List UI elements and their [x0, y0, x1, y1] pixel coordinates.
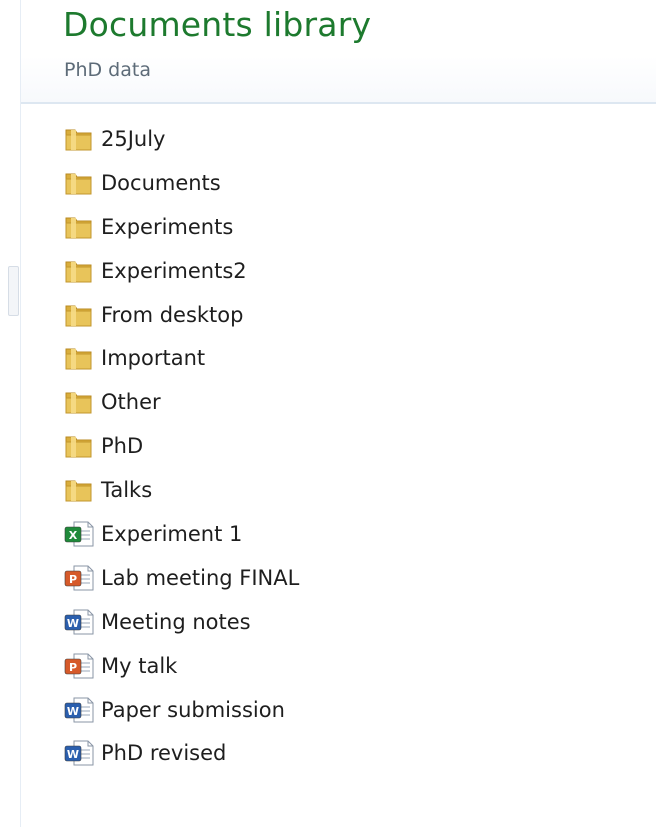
svg-text:P: P: [69, 661, 77, 674]
list-item-label: Experiment 1: [101, 521, 243, 546]
list-item-label: Lab meeting FINAL: [101, 565, 300, 590]
list-item-label: 25July: [101, 126, 166, 151]
list-item-label: Important: [101, 346, 206, 371]
folder-icon: [62, 168, 96, 198]
folder-icon: [62, 431, 96, 461]
explorer-window: Documents library PhD data 25July Documen…: [0, 0, 656, 827]
pane-splitter-handle[interactable]: [8, 266, 19, 316]
list-item[interactable]: P My talk: [62, 644, 622, 688]
list-item-label: From desktop: [101, 302, 244, 327]
list-item[interactable]: Talks: [62, 468, 622, 512]
powerpoint-file-icon: P: [62, 651, 96, 681]
list-item-label: Paper submission: [101, 697, 285, 722]
list-item[interactable]: W Paper submission: [62, 688, 622, 732]
svg-text:W: W: [67, 705, 79, 718]
library-subtitle: PhD data: [64, 59, 151, 81]
list-item-label: Other: [101, 390, 161, 415]
excel-file-icon: X: [62, 519, 96, 549]
list-item-label: Meeting notes: [101, 609, 251, 634]
word-file-icon: W: [62, 695, 96, 725]
folder-icon: [62, 475, 96, 505]
list-item-label: PhD revised: [101, 741, 227, 766]
library-header: Documents library PhD data: [21, 0, 656, 104]
list-item[interactable]: Documents: [62, 161, 622, 205]
list-item-label: My talk: [101, 653, 178, 678]
list-item[interactable]: W PhD revised: [62, 731, 622, 775]
list-item[interactable]: W Meeting notes: [62, 600, 622, 644]
powerpoint-file-icon: P: [62, 563, 96, 593]
list-item[interactable]: Experiments2: [62, 249, 622, 293]
file-list: 25July Documents Experiments Experiments2 Fr…: [62, 117, 622, 775]
list-item[interactable]: Important: [62, 336, 622, 380]
svg-text:W: W: [67, 748, 79, 761]
list-item[interactable]: P Lab meeting FINAL: [62, 556, 622, 600]
list-item[interactable]: From desktop: [62, 293, 622, 337]
folder-icon: [62, 212, 96, 242]
word-file-icon: W: [62, 738, 96, 768]
folder-icon: [62, 300, 96, 330]
list-item[interactable]: PhD: [62, 424, 622, 468]
list-item-label: Talks: [101, 478, 153, 503]
navigation-pane-edge: [0, 0, 21, 827]
library-title: Documents library: [63, 5, 372, 44]
list-item-label: Documents: [101, 170, 221, 195]
svg-text:W: W: [67, 617, 79, 630]
folder-icon: [62, 256, 96, 286]
list-item-label: Experiments2: [101, 258, 247, 283]
list-item[interactable]: Other: [62, 380, 622, 424]
folder-icon: [62, 343, 96, 373]
list-item[interactable]: Experiments: [62, 205, 622, 249]
list-item[interactable]: 25July: [62, 117, 622, 161]
list-item[interactable]: X Experiment 1: [62, 512, 622, 556]
svg-text:X: X: [69, 529, 78, 542]
folder-icon: [62, 387, 96, 417]
svg-text:P: P: [69, 573, 77, 586]
list-item-label: PhD: [101, 434, 144, 459]
folder-icon: [62, 124, 96, 154]
word-file-icon: W: [62, 607, 96, 637]
list-item-label: Experiments: [101, 214, 234, 239]
